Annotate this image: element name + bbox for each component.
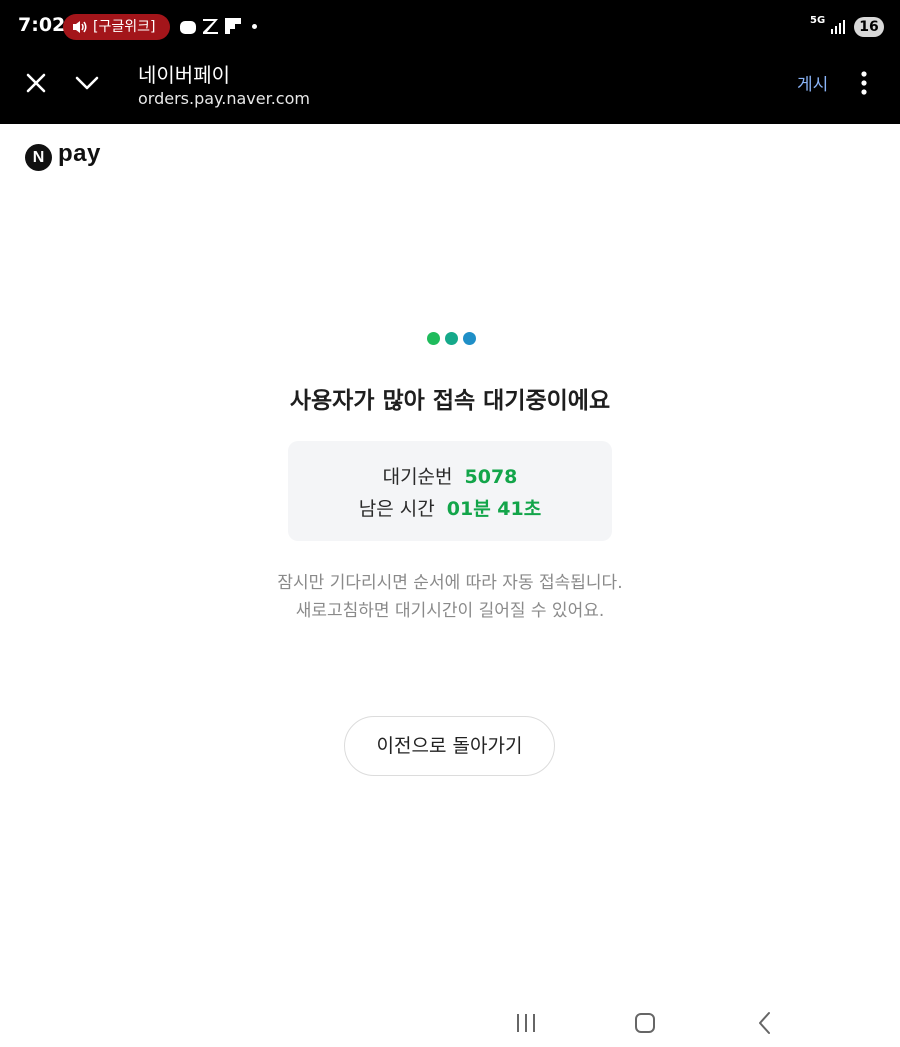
remaining-time-row: 남은 시간 01분 41초 bbox=[288, 494, 612, 521]
loading-dot bbox=[463, 332, 476, 345]
remaining-time-label: 남은 시간 bbox=[358, 498, 435, 520]
flipboard-icon bbox=[225, 18, 241, 34]
logo-mark: N bbox=[25, 144, 52, 171]
loading-dot bbox=[427, 332, 440, 345]
z-app-icon bbox=[203, 19, 218, 34]
queue-headline: 사용자가 많아 접속 대기중이에요 bbox=[289, 388, 611, 414]
loading-dots bbox=[427, 331, 477, 347]
queue-number-label: 대기순번 bbox=[382, 466, 453, 488]
close-icon[interactable] bbox=[24, 71, 48, 95]
page-url: orders.pay.naver.com bbox=[138, 89, 310, 108]
info-text-line-2: 새로고침하면 대기시간이 길어질 수 있어요. bbox=[295, 601, 605, 621]
logo-text: pay bbox=[58, 140, 101, 167]
loading-dot bbox=[445, 332, 458, 345]
signal-icon bbox=[831, 20, 845, 34]
post-button[interactable]: 게시 bbox=[797, 70, 828, 95]
recents-icon[interactable] bbox=[506, 998, 546, 1038]
browser-app-bar: 네이버페이 orders.pay.naver.com 게시 bbox=[0, 54, 900, 124]
status-time: 7:02 bbox=[18, 14, 66, 36]
speaker-icon bbox=[73, 21, 87, 33]
more-dot-icon bbox=[252, 24, 257, 29]
back-icon[interactable] bbox=[745, 998, 785, 1038]
more-vert-icon[interactable] bbox=[856, 70, 872, 96]
info-text-line-1: 잠시만 기다리시면 순서에 따라 자동 접속됩니다. bbox=[277, 573, 623, 593]
go-back-button[interactable]: 이전으로 돌아가기 bbox=[344, 716, 555, 776]
page-title: 네이버페이 bbox=[138, 63, 230, 87]
queue-number-row: 대기순번 5078 bbox=[288, 462, 612, 489]
network-icon: 5G bbox=[810, 15, 826, 26]
home-icon[interactable] bbox=[625, 998, 665, 1038]
remaining-time-value: 01분 41초 bbox=[446, 498, 542, 520]
notification-app-icon bbox=[180, 21, 196, 34]
system-navigation-bar bbox=[0, 990, 900, 1047]
queue-info-box: 대기순번 5078 남은 시간 01분 41초 bbox=[288, 441, 612, 541]
status-bar: 7:02 [구글위크] 5G 16 bbox=[0, 0, 900, 54]
alert-pill[interactable]: [구글위크] bbox=[63, 14, 170, 40]
battery-icon: 16 bbox=[854, 17, 884, 37]
alert-pill-label: [구글위크] bbox=[93, 19, 156, 35]
queue-number-value: 5078 bbox=[464, 466, 518, 488]
status-right: 5G 16 bbox=[810, 14, 884, 40]
chevron-down-icon[interactable] bbox=[74, 71, 100, 95]
